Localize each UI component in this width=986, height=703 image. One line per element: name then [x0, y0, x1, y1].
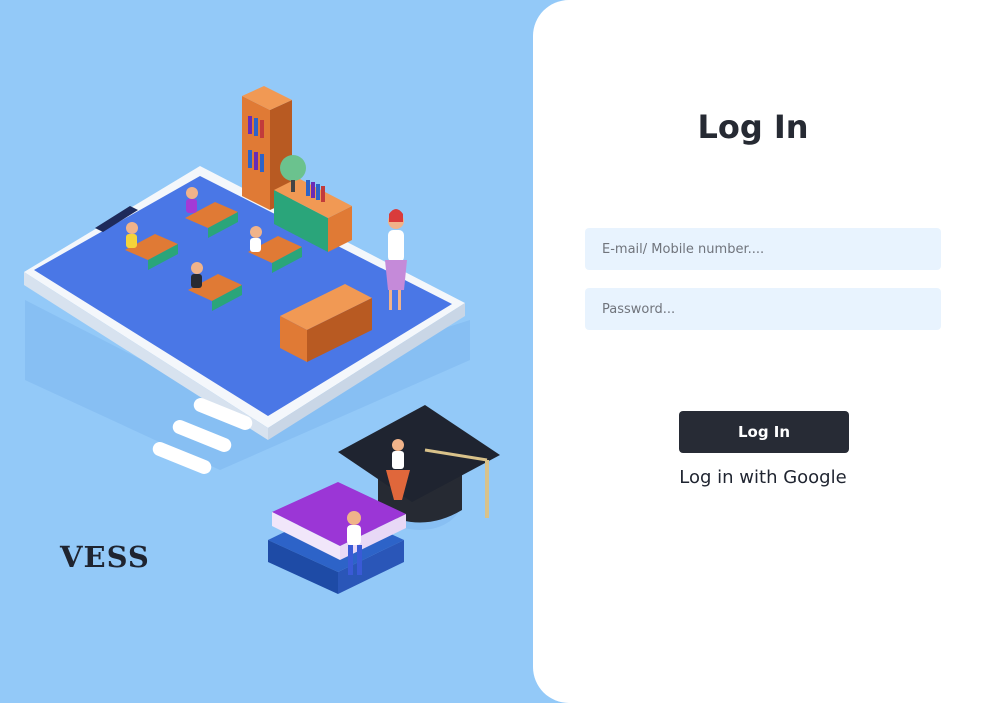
- brand-logo: VESS: [60, 540, 150, 574]
- email-field[interactable]: [585, 228, 941, 270]
- password-field[interactable]: [585, 288, 941, 330]
- illustration-panel: VESS: [0, 0, 560, 703]
- google-login-link[interactable]: Log in with Google: [613, 467, 913, 488]
- classroom-illustration: [24, 86, 500, 594]
- login-button[interactable]: Log In: [679, 411, 849, 453]
- login-panel: Log In Log In Log in with Google: [533, 0, 986, 703]
- page-title: Log In: [697, 108, 809, 146]
